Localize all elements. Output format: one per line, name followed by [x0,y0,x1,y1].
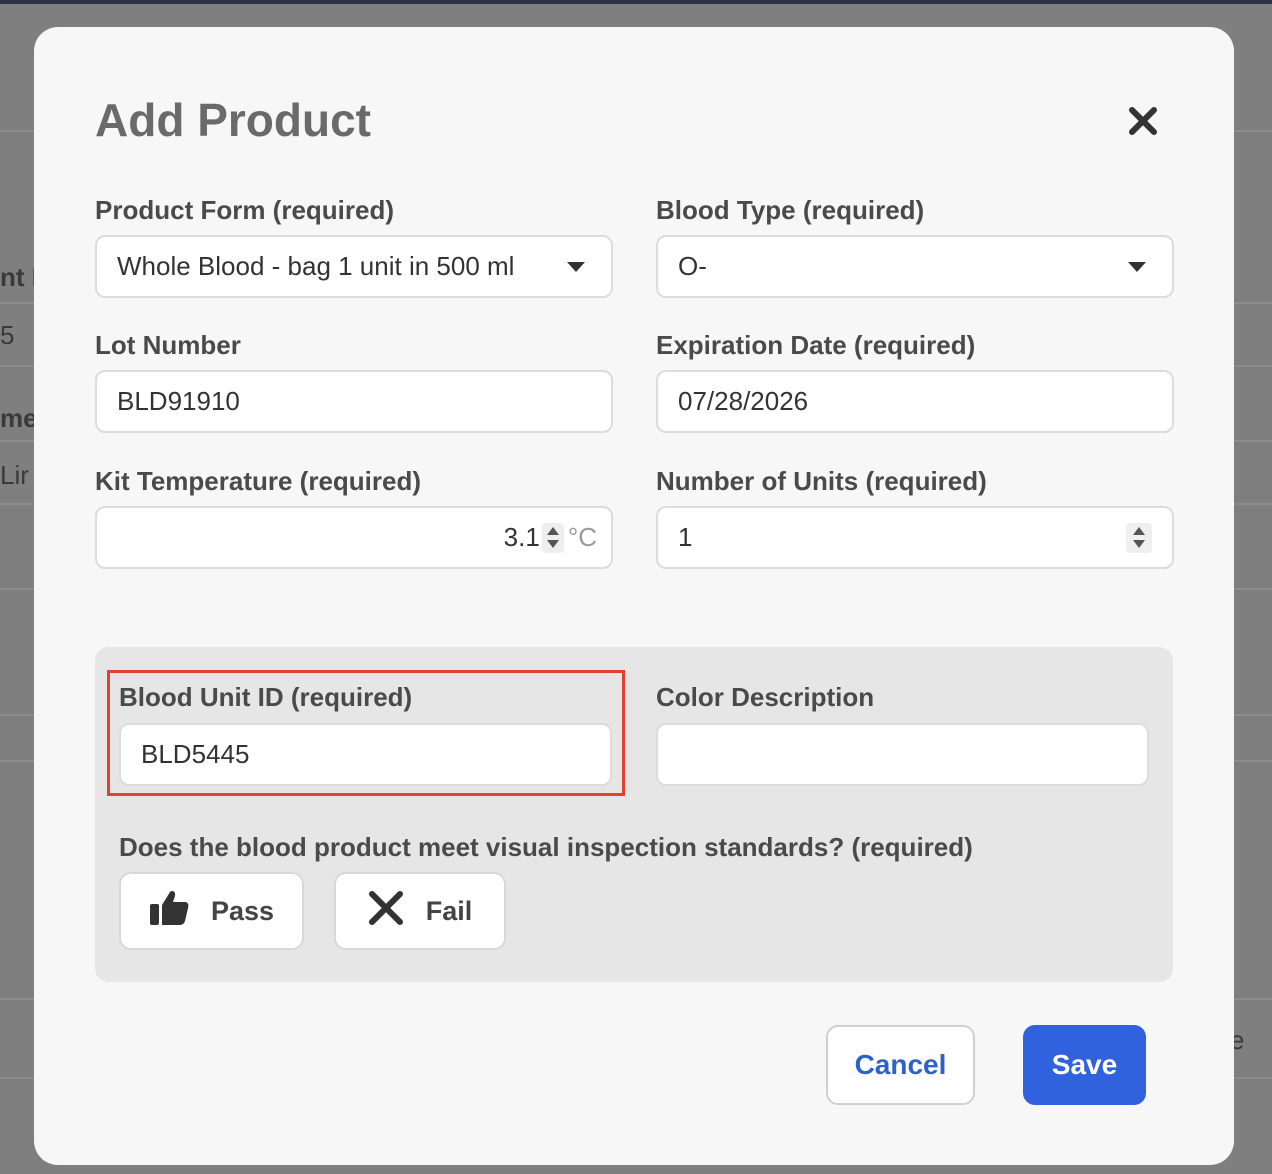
dialog-title: Add Product [95,94,371,146]
kit-temperature-input[interactable]: 3.1 °C [95,506,613,569]
product-form-label: Product Form (required) [95,195,395,225]
blood-unit-id-input[interactable]: BLD5445 [119,723,612,786]
blood-type-value: O- [678,251,707,281]
blood-type-label: Blood Type (required) [656,195,925,225]
blood-unit-id-value: BLD5445 [141,739,250,769]
blood-type-select[interactable]: O- [656,235,1174,298]
expiration-date-input[interactable]: 07/28/2026 [656,370,1174,433]
cancel-button[interactable]: Cancel [826,1025,975,1105]
lot-number-label: Lot Number [95,330,241,360]
background-text: me [0,403,38,433]
fail-label: Fail [425,895,473,926]
chevron-down-icon [1128,261,1146,272]
number-of-units-value: 1 [678,522,693,552]
blood-unit-id-label: Blood Unit ID (required) [119,682,413,712]
top-bar [0,0,1272,4]
background-text: Lir [0,460,29,490]
x-icon [368,890,404,933]
product-form-value: Whole Blood - bag 1 unit in 500 ml [117,251,515,281]
save-button[interactable]: Save [1023,1025,1146,1105]
inspection-question: Does the blood product meet visual inspe… [119,832,973,862]
pass-button[interactable]: Pass [119,872,304,950]
product-form-select[interactable]: Whole Blood - bag 1 unit in 500 ml [95,235,613,298]
color-description-input[interactable] [656,723,1149,786]
pass-label: Pass [210,895,275,926]
add-product-dialog: Add Product Product Form (required) Whol… [34,27,1234,1165]
number-of-units-label: Number of Units (required) [656,466,987,496]
lot-number-input[interactable]: BLD91910 [95,370,613,433]
close-icon[interactable] [1123,101,1163,141]
chevron-down-icon [567,261,585,272]
units-stepper[interactable] [1126,522,1152,553]
background-text: 5 [0,320,15,350]
expiration-date-label: Expiration Date (required) [656,330,976,360]
color-description-label: Color Description [656,682,875,712]
expiration-date-value: 07/28/2026 [678,386,809,416]
thumbs-up-icon [149,889,189,934]
kit-temperature-label: Kit Temperature (required) [95,466,422,496]
kit-temperature-value: 3.1 [503,522,540,552]
lot-number-value: BLD91910 [117,386,240,416]
number-of-units-input[interactable]: 1 [656,506,1174,569]
temperature-unit: °C [567,522,597,552]
temperature-stepper[interactable] [541,522,564,553]
fail-button[interactable]: Fail [334,872,506,950]
